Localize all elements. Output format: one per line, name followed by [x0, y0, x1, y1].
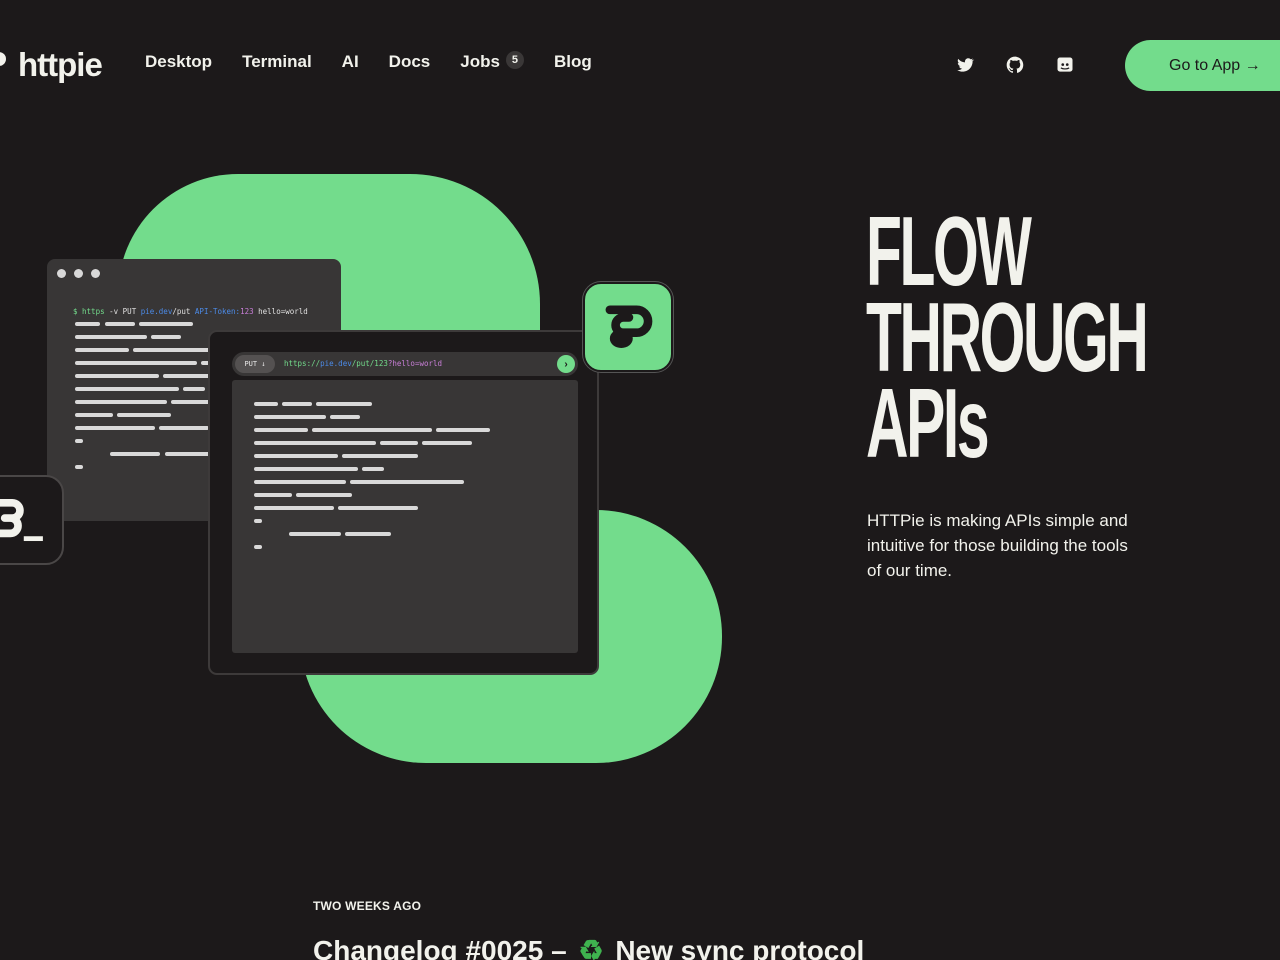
changelog-date: TWO WEEKS AGO — [313, 899, 422, 913]
request-url: https://pie.dev/put/123?hello=world — [284, 359, 443, 368]
nav-link-ai[interactable]: AI — [342, 52, 359, 72]
nav-link-jobs-label: Jobs — [460, 52, 500, 71]
changelog-title-link[interactable]: Changelog #0025 – ♻ New sync protocol — [313, 934, 864, 960]
hero-tagline: HTTPie is making APIs simple and intuiti… — [867, 511, 1128, 580]
changelog-title-suffix: New sync protocol — [615, 935, 865, 960]
hero-headline: FLOW THROUGH APIs — [866, 202, 1149, 478]
httpie-logo[interactable]: httpie — [0, 44, 103, 84]
window-dots — [57, 269, 100, 278]
request-url-bar: PUT ↓ https://pie.dev/put/123?hello=worl… — [232, 352, 578, 376]
discord-icon[interactable] — [1055, 55, 1075, 75]
top-nav: httpie Desktop Terminal AI Docs Jobs 5 B… — [0, 0, 1280, 130]
desktop-app-illustration: PUT ↓ https://pie.dev/put/123?hello=worl… — [208, 330, 599, 675]
jobs-count-badge: 5 — [505, 51, 524, 69]
nav-links: Desktop Terminal AI Docs Jobs 5 Blog — [145, 51, 592, 72]
github-icon[interactable] — [1005, 55, 1025, 75]
desktop-app-icon — [583, 282, 673, 372]
cli-app-icon — [0, 475, 64, 565]
nav-link-blog[interactable]: Blog — [554, 52, 592, 72]
nav-link-jobs[interactable]: Jobs 5 — [460, 51, 524, 72]
logo-text: httpie — [18, 45, 103, 83]
recycle-icon: ♻ — [578, 935, 604, 960]
nav-link-docs[interactable]: Docs — [389, 52, 431, 72]
send-request-icon: › — [557, 355, 575, 373]
twitter-icon[interactable] — [955, 55, 975, 75]
method-selector: PUT ↓ — [235, 355, 275, 373]
nav-link-terminal[interactable]: Terminal — [242, 52, 312, 72]
go-to-app-button[interactable]: Go to App → — [1125, 40, 1280, 91]
response-panel — [232, 380, 578, 653]
nav-link-desktop[interactable]: Desktop — [145, 52, 212, 72]
logo-mark-icon — [0, 51, 8, 77]
headline-line-3: APIs — [866, 368, 990, 478]
terminal-command: $ https -v PUT pie.dev/put API-Token:123… — [73, 307, 308, 316]
changelog-title-prefix: Changelog #0025 – — [313, 935, 567, 960]
